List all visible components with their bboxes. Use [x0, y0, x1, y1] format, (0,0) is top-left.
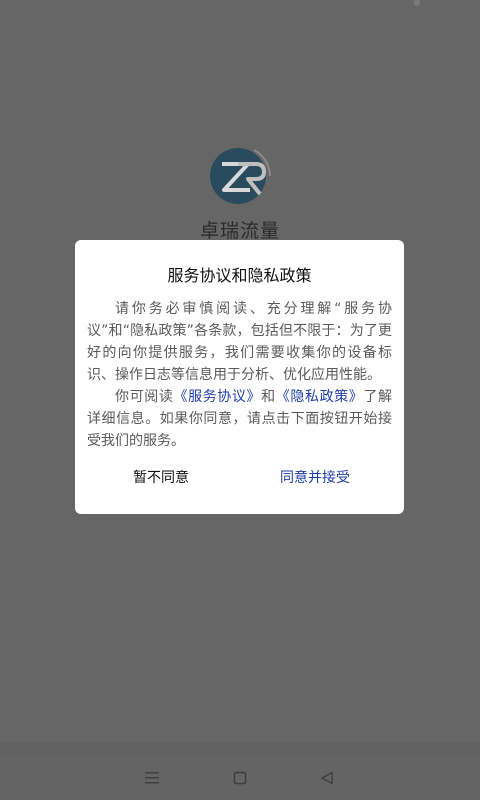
nav-separator	[0, 742, 480, 754]
dialog-actions: 暂不同意 同意并接受	[75, 466, 404, 490]
paragraph-2-prefix: 你可阅读	[115, 389, 174, 405]
navigation-bar	[0, 754, 480, 800]
terms-link[interactable]: 《服务协议》	[173, 389, 261, 405]
app-name: 卓瑞流量	[199, 220, 280, 242]
privacy-link[interactable]: 《隐私政策》	[276, 389, 364, 405]
back-icon[interactable]	[315, 766, 339, 790]
accept-button[interactable]: 同意并接受	[280, 466, 350, 490]
agreement-dialog: 服务协议和隐私政策 请你务必审慎阅读、充分理解“服务协议”和“隐私政策”各条款，…	[75, 240, 404, 514]
dialog-body: 请你务必审慎阅读、充分理解“服务协议”和“隐私政策”各条款，包括但不限于：为了更…	[87, 298, 392, 452]
decline-button[interactable]: 暂不同意	[133, 466, 189, 490]
zr-logo-icon	[208, 142, 272, 206]
dialog-paragraph-1: 请你务必审慎阅读、充分理解“服务协议”和“隐私政策”各条款，包括但不限于：为了更…	[87, 301, 392, 383]
status-indicator	[414, 0, 420, 6]
paragraph-2-and: 和	[261, 389, 276, 405]
menu-icon[interactable]	[140, 766, 164, 790]
home-icon[interactable]	[228, 766, 252, 790]
dialog-paragraph-2: 你可阅读《服务协议》和《隐私政策》了解详细信息。如果你同意，请点击下面按钮开始接…	[87, 386, 392, 452]
dialog-title: 服务协议和隐私政策	[167, 266, 312, 285]
screen: 卓瑞流量 服务协议和隐私政策 请你务必审慎阅读、充分理解“服务协议”和“隐私政策…	[0, 0, 480, 800]
